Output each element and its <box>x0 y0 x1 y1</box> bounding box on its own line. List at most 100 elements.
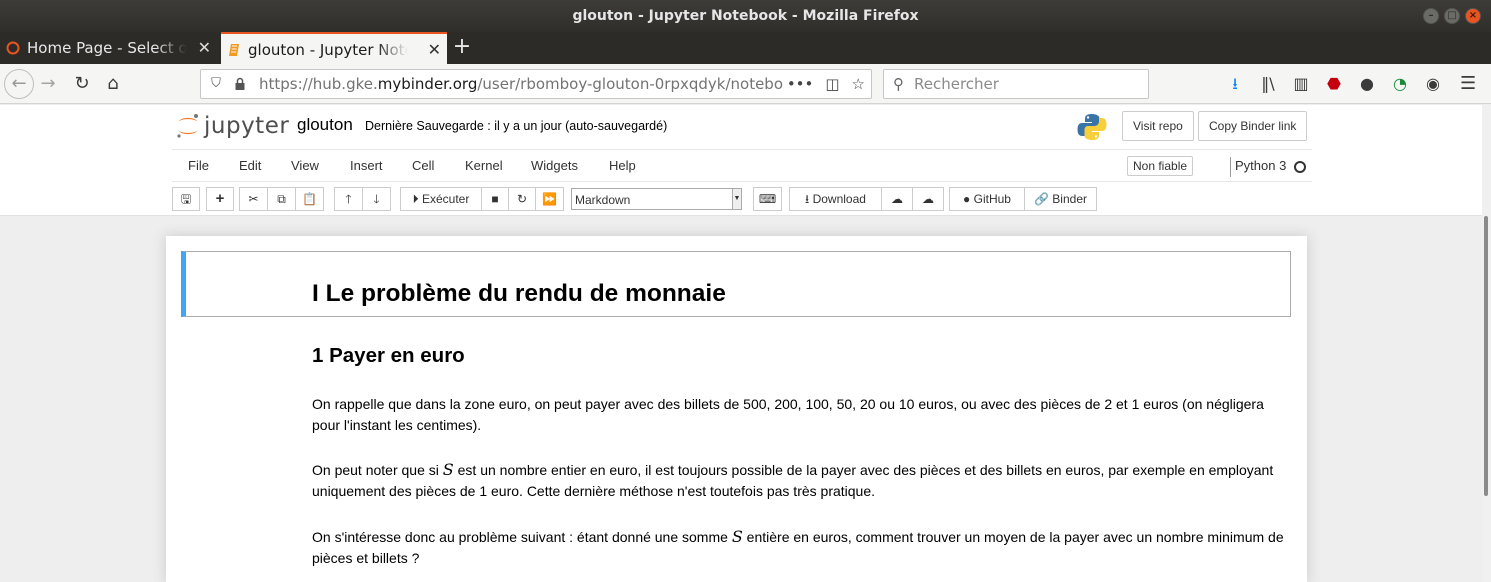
ublock-icon[interactable]: ⬣ <box>1323 74 1345 94</box>
heading-1: I Le problème du rendu de monnaie <box>312 280 726 307</box>
paste-button[interactable]: 📋 <box>295 187 324 211</box>
cloud-download-icon: ☁ <box>922 192 934 206</box>
download-label: Download <box>812 192 866 206</box>
page-actions-icon[interactable]: ••• <box>787 70 814 98</box>
save-button[interactable]: 🖫 <box>172 187 200 211</box>
url-bar[interactable]: ⛉ https://hub.gke.mybinder.org/user/rbom… <box>200 69 872 99</box>
account-icon[interactable]: ◉ <box>1422 74 1444 94</box>
shield-icon[interactable]: ⛉ <box>209 77 223 91</box>
search-icon: ⚲ <box>893 75 904 93</box>
heading-2: 1 Payer en euro <box>312 344 465 367</box>
tab-glouton[interactable]: glouton - Jupyter Notebook ✕ <box>221 32 447 64</box>
notebook-toolbar: 🖫 + ✂ ⧉ 📋 🡑 🡓 ⏵ Exécuter ■ ↻ ⏩ Markdown ▼… <box>172 187 1312 211</box>
math-variable-s: S <box>442 460 454 479</box>
fast-forward-icon: ⏩ <box>542 192 557 206</box>
sidebar-icon[interactable]: ▥ <box>1290 74 1312 94</box>
plus-icon: + <box>215 190 225 207</box>
kernel-name: Python 3 <box>1235 158 1287 173</box>
cloud-download-button[interactable]: ☁ <box>912 187 944 211</box>
download-button[interactable]: ⭳ Download <box>789 187 882 211</box>
forward-button[interactable]: → <box>36 72 60 96</box>
interrupt-button[interactable]: ■ <box>481 187 509 211</box>
cell-type-select[interactable]: Markdown ▼ <box>571 188 742 210</box>
lock-icon[interactable] <box>233 77 247 91</box>
menu-insert[interactable]: Insert <box>350 150 383 182</box>
jupyter-logo[interactable]: jupyter <box>176 111 289 141</box>
menu-help[interactable]: Help <box>609 150 636 182</box>
home-button[interactable]: ⌂ <box>101 72 125 96</box>
notebook-tab-icon <box>229 44 239 56</box>
cut-button[interactable]: ✂ <box>239 187 268 211</box>
run-button[interactable]: ⏵ Exécuter <box>400 187 482 211</box>
navigation-bar: ← → ↻ ⌂ ⛉ https://hub.gke.mybinder.org/u… <box>0 64 1491 104</box>
maximize-button[interactable]: □ <box>1444 8 1460 24</box>
github-button[interactable]: ● GitHub <box>949 187 1025 211</box>
search-input[interactable]: ⚲ Rechercher <box>883 69 1149 99</box>
close-tab-icon[interactable]: ✕ <box>428 34 441 64</box>
command-palette-button[interactable]: ⌨ <box>753 187 782 211</box>
arrow-down-icon: 🡓 <box>373 192 380 206</box>
step-forward-icon: ⏵ <box>412 192 419 206</box>
arrow-up-icon: 🡑 <box>345 192 352 206</box>
paragraph-2-end: est un nombre entier en euro, il est tou… <box>312 462 1274 499</box>
url-text[interactable]: https://hub.gke.mybinder.org/user/rbombo… <box>259 70 783 98</box>
scrollbar-thumb[interactable] <box>1484 216 1488 496</box>
download-icon[interactable]: ⭳ <box>1224 74 1246 94</box>
copy-icon: ⧉ <box>277 192 286 206</box>
paste-icon: 📋 <box>302 192 317 206</box>
url-prefix: https://hub.gke. <box>259 75 378 93</box>
hamburger-menu-icon[interactable]: ☰ <box>1460 74 1476 94</box>
scissors-icon: ✂ <box>248 192 259 206</box>
trust-indicator[interactable]: Non fiable <box>1127 156 1194 176</box>
stop-icon: ■ <box>491 192 499 206</box>
visit-repo-button[interactable]: Visit repo <box>1122 111 1194 141</box>
insert-cell-button[interactable]: + <box>206 187 234 211</box>
download-icon: ⭳ <box>805 192 810 206</box>
keyboard-icon: ⌨ <box>758 192 777 206</box>
restart-run-all-button[interactable]: ⏩ <box>535 187 564 211</box>
cell-type-value: Markdown <box>575 193 631 207</box>
link-icon: 🔗 <box>1034 192 1049 206</box>
tab-label: glouton - Jupyter Notebook <box>248 41 408 59</box>
close-tab-icon[interactable]: ✕ <box>198 32 211 64</box>
save-status: Dernière Sauvegarde : il y a un jour (au… <box>365 119 668 133</box>
pocket-icon[interactable]: ◫ <box>825 70 839 98</box>
menu-file[interactable]: File <box>188 150 209 182</box>
save-icon: 🖫 <box>180 192 192 206</box>
paragraph-3-start: On s'intéresse donc au problème suivant … <box>312 529 728 545</box>
back-button[interactable]: ← <box>4 69 34 99</box>
bookmark-star-icon[interactable]: ☆ <box>852 70 865 98</box>
menu-view[interactable]: View <box>291 150 319 182</box>
reload-button[interactable]: ↻ <box>70 72 94 96</box>
notebook-menubar: File Edit View Insert Cell Kernel Widget… <box>172 149 1312 182</box>
binder-button[interactable]: 🔗 Binder <box>1024 187 1097 211</box>
refresh-icon: ↻ <box>516 192 528 206</box>
tab-label: Home Page - Select or create <box>27 39 187 57</box>
extension-icon[interactable]: ● <box>1356 74 1378 94</box>
restart-button[interactable]: ↻ <box>508 187 536 211</box>
paragraph-3: On s'intéresse donc au problème suivant … <box>312 526 1287 569</box>
cloud-upload-button[interactable]: ☁ <box>881 187 913 211</box>
math-variable-s: S <box>731 527 743 546</box>
close-window-button[interactable]: × <box>1465 8 1481 24</box>
new-tab-button[interactable]: + <box>451 32 473 64</box>
copy-binder-link-button[interactable]: Copy Binder link <box>1198 111 1308 141</box>
github-icon: ● <box>963 192 971 206</box>
minimize-button[interactable]: – <box>1423 8 1439 24</box>
window-titlebar: glouton - Jupyter Notebook - Mozilla Fir… <box>0 0 1491 32</box>
move-up-button[interactable]: 🡑 <box>334 187 363 211</box>
move-down-button[interactable]: 🡓 <box>362 187 391 211</box>
menu-edit[interactable]: Edit <box>239 150 261 182</box>
menu-kernel[interactable]: Kernel <box>465 150 503 182</box>
paragraph-1: On rappelle que dans la zone euro, on pe… <box>312 396 1264 433</box>
menu-cell[interactable]: Cell <box>412 150 434 182</box>
copy-button[interactable]: ⧉ <box>267 187 296 211</box>
menu-widgets[interactable]: Widgets <box>531 150 578 182</box>
sync-extension-icon[interactable]: ◔ <box>1389 74 1411 94</box>
kernel-status-icon <box>1294 161 1306 173</box>
tab-home-page[interactable]: Home Page - Select or create ✕ <box>0 32 217 64</box>
library-icon[interactable]: ‖\ <box>1257 74 1279 94</box>
window-title: glouton - Jupyter Notebook - Mozilla Fir… <box>572 8 919 24</box>
notebook-name[interactable]: glouton <box>297 115 353 135</box>
binder-label: Binder <box>1052 192 1087 206</box>
